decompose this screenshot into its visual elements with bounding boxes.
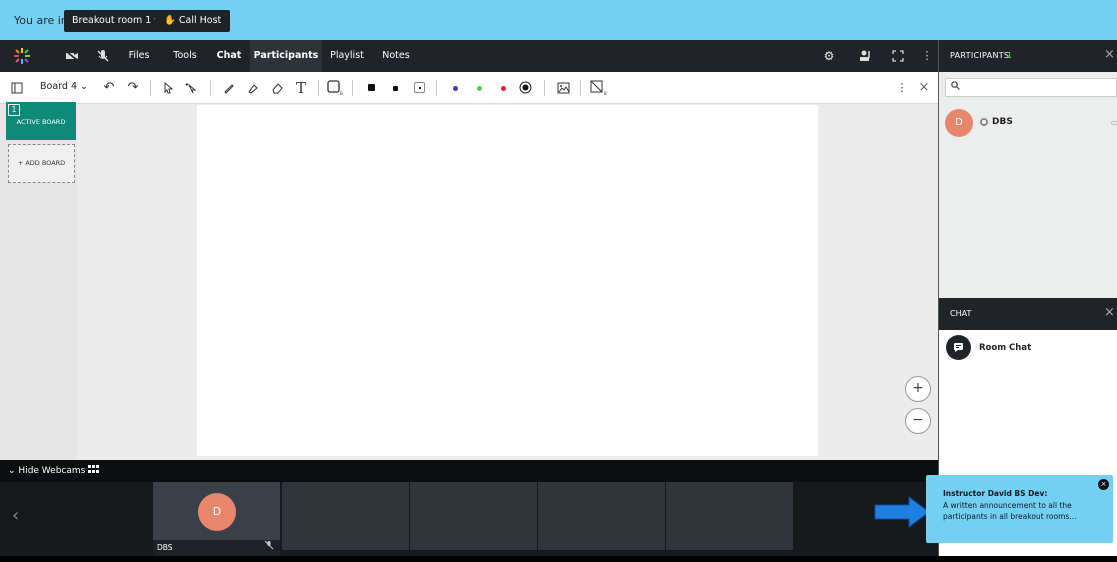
- avatar: D: [198, 493, 236, 531]
- divider: [210, 80, 211, 96]
- webcam-name: DBS: [157, 543, 173, 552]
- chevron-left-icon[interactable]: ‹: [12, 505, 19, 526]
- webcam-tile-empty: [282, 482, 409, 550]
- participants-panel: [938, 72, 1117, 298]
- participant-name: DBS: [992, 117, 1013, 127]
- svg-text:B: B: [604, 91, 607, 96]
- tab-participants[interactable]: Participants: [250, 40, 322, 72]
- undo-icon[interactable]: ↶: [100, 72, 118, 104]
- room-name: Breakout room 1: [72, 15, 152, 26]
- fullscreen-icon[interactable]: [888, 40, 908, 72]
- participant-menu-icon[interactable]: ▭: [1111, 118, 1117, 127]
- color-green-icon[interactable]: [470, 72, 488, 104]
- eraser-icon[interactable]: [268, 72, 286, 104]
- grid-view-icon[interactable]: [88, 463, 99, 476]
- board-number: 1: [8, 104, 20, 116]
- divider: [318, 80, 319, 96]
- tab-tools[interactable]: Tools: [169, 40, 201, 72]
- participants-title: PARTICIPANTS: [950, 51, 1010, 60]
- chat-bubble-icon[interactable]: [946, 335, 971, 360]
- svg-text:B: B: [340, 91, 343, 96]
- announcement-title: Instructor David BS Dev:: [943, 489, 1048, 498]
- tab-notes[interactable]: Notes: [379, 40, 413, 72]
- divider: [150, 80, 151, 96]
- arrow-right-icon: [873, 495, 931, 533]
- color-red-icon[interactable]: [494, 72, 512, 104]
- select-icon[interactable]: [160, 72, 178, 104]
- text-tool-icon[interactable]: T: [292, 72, 310, 104]
- color-black-selected-icon[interactable]: [516, 72, 534, 104]
- breakout-room-select[interactable]: Breakout room 1 ▾: [64, 10, 168, 32]
- divider: [580, 80, 581, 96]
- pencil-icon[interactable]: [220, 72, 238, 104]
- webcam-bar: [0, 460, 938, 482]
- webcam-tile-empty: [410, 482, 537, 550]
- collapse-sidebar-icon[interactable]: [8, 72, 26, 104]
- room-chat-label[interactable]: Room Chat: [979, 343, 1031, 353]
- mic-off-icon: [264, 540, 274, 553]
- call-host-button[interactable]: ✋ Call Host: [155, 10, 231, 32]
- webcam-tile-empty: [538, 482, 665, 550]
- divider: [544, 80, 545, 96]
- active-board-label: ACTIVE BOARD: [16, 118, 66, 126]
- raise-hand-icon[interactable]: [855, 40, 875, 72]
- close-icon[interactable]: ×: [1104, 305, 1115, 320]
- chevron-down-icon: ⌄: [80, 81, 88, 92]
- stroke-small-icon[interactable]: [410, 72, 428, 104]
- search-icon: [951, 81, 960, 93]
- close-icon[interactable]: ×: [1098, 479, 1109, 490]
- tab-files[interactable]: Files: [125, 40, 153, 72]
- board-select[interactable]: Board 4 ⌄: [40, 81, 88, 92]
- zoom-in-button[interactable]: +: [905, 376, 931, 402]
- bottom-bar: [0, 556, 1117, 562]
- chat-title: CHAT: [950, 309, 972, 318]
- mic-off-icon[interactable]: [93, 40, 113, 72]
- status-icon: [980, 118, 988, 126]
- tab-playlist[interactable]: Playlist: [327, 40, 367, 72]
- search-input[interactable]: [945, 78, 1117, 97]
- stroke-medium-icon[interactable]: [386, 72, 404, 104]
- close-icon[interactable]: ×: [915, 72, 933, 104]
- hide-webcams-label: Hide Webcams: [18, 466, 86, 476]
- zoom-out-button[interactable]: −: [905, 408, 931, 434]
- webcam-tile-empty: [666, 482, 793, 550]
- more-icon[interactable]: ⋮: [893, 72, 911, 104]
- tab-chat[interactable]: Chat: [210, 40, 248, 72]
- call-host-label: Call Host: [178, 15, 222, 26]
- whiteboard-canvas[interactable]: [197, 105, 818, 456]
- board-name: Board 4: [40, 81, 77, 92]
- more-icon[interactable]: ⋮: [917, 40, 937, 72]
- logo-icon[interactable]: [12, 40, 32, 72]
- avatar: D: [945, 109, 973, 137]
- hand-icon: ✋: [164, 15, 176, 26]
- close-icon[interactable]: ×: [1104, 47, 1115, 62]
- add-board-label: + ADD BOARD: [17, 159, 66, 167]
- image-icon[interactable]: [554, 72, 572, 104]
- participants-count: 1: [1007, 51, 1013, 60]
- chevron-down-icon: ⌄: [8, 466, 16, 476]
- hide-webcams-button[interactable]: ⌄ Hide Webcams: [8, 466, 85, 476]
- announcement-text: A written announcement to all the partic…: [943, 501, 1077, 521]
- shape-icon[interactable]: B: [326, 72, 344, 104]
- background-icon[interactable]: B: [590, 72, 608, 104]
- color-blue-icon[interactable]: [446, 72, 464, 104]
- camera-off-icon[interactable]: [62, 40, 82, 72]
- divider: [352, 80, 353, 96]
- stroke-large-icon[interactable]: [362, 72, 380, 104]
- settings-icon[interactable]: ⚙: [819, 40, 839, 72]
- highlighter-icon[interactable]: [244, 72, 262, 104]
- multi-select-icon[interactable]: [182, 72, 200, 104]
- redo-icon[interactable]: ↷: [124, 72, 142, 104]
- divider: [436, 80, 437, 96]
- you-are-in-label: You are in:: [14, 14, 72, 27]
